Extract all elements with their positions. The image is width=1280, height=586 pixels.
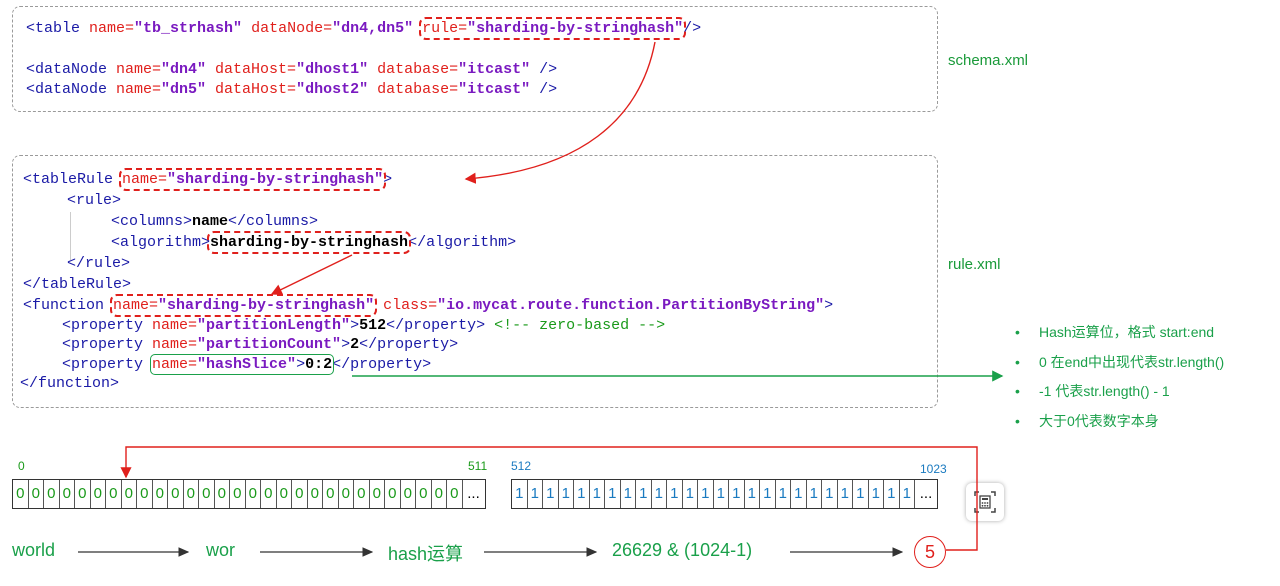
algorithm-to-function-arrow — [270, 254, 353, 295]
result-to-slot-arrow — [120, 446, 978, 551]
connector-arrows — [78, 41, 1004, 557]
rule-to-tablerule-arrow — [464, 41, 656, 184]
